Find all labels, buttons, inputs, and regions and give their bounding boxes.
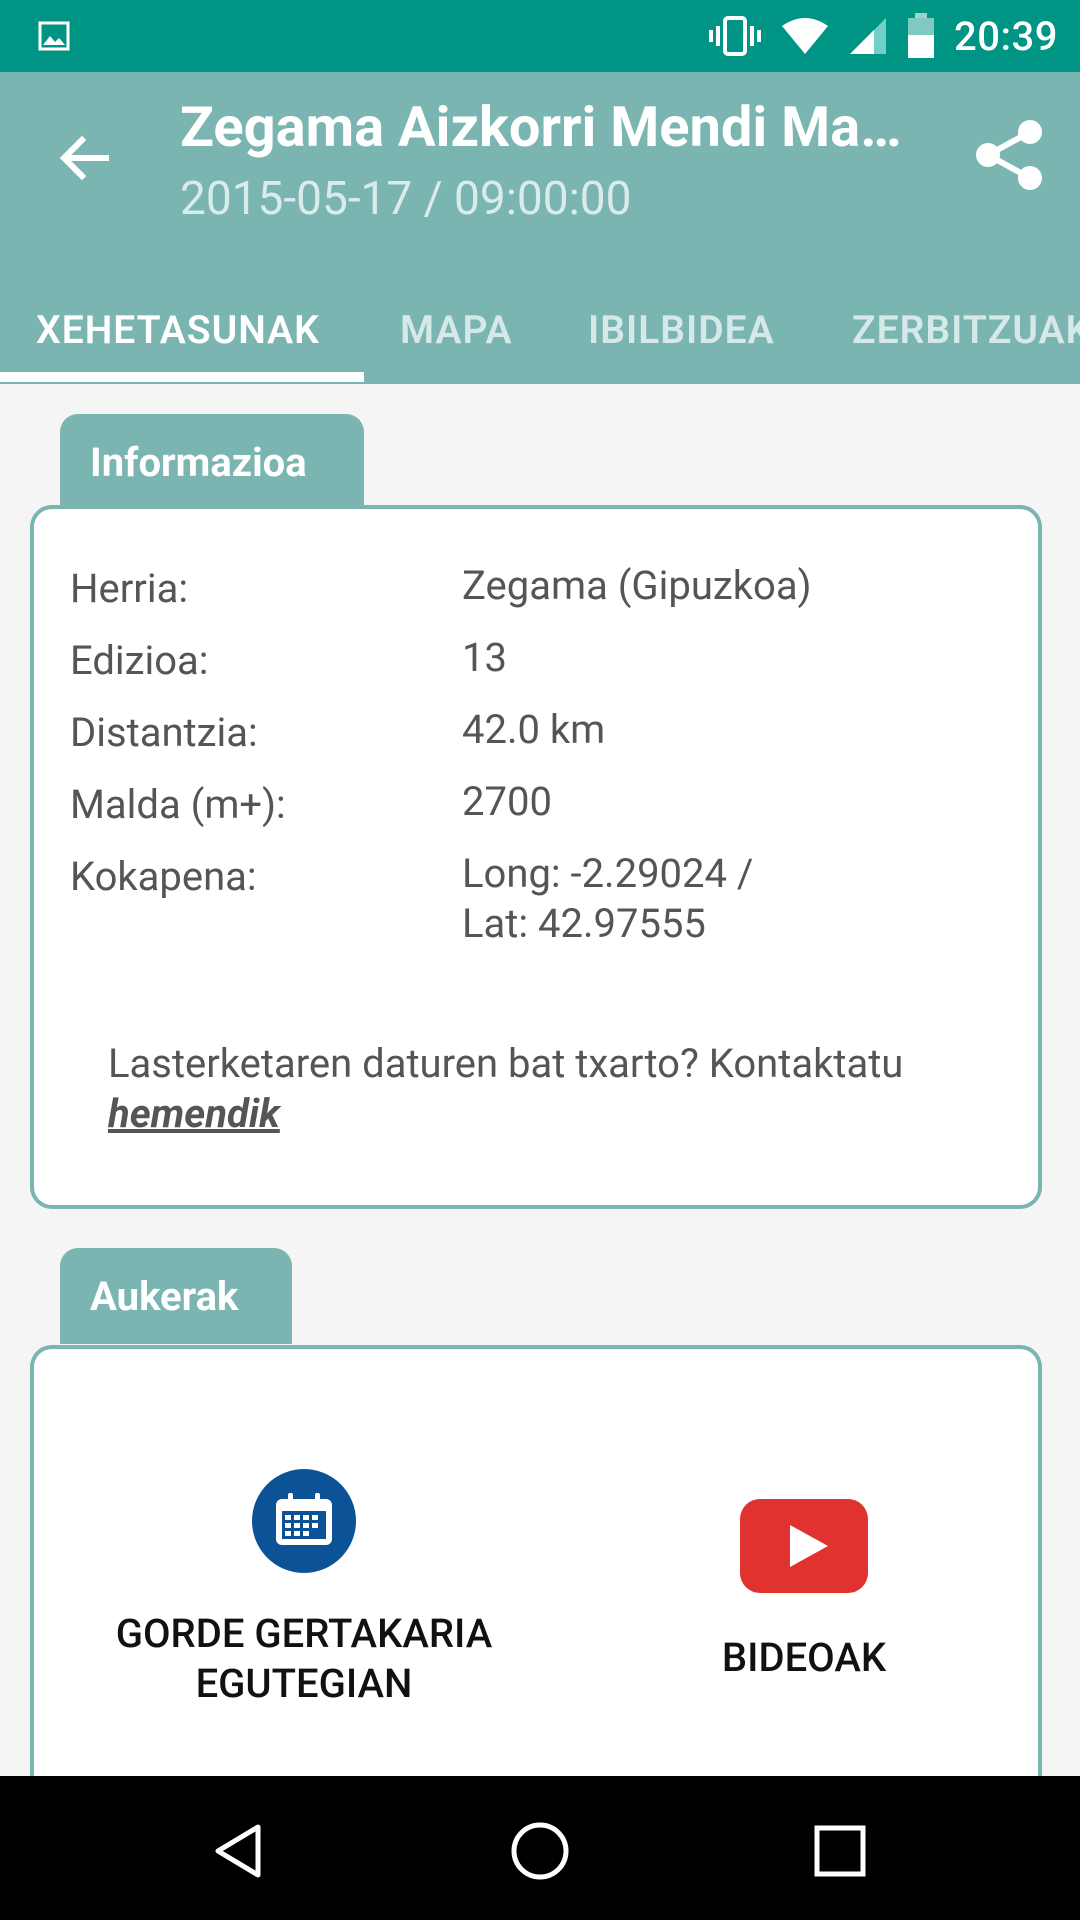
nav-home-button[interactable] [495,1806,585,1896]
videos-label: BIDEOAK [721,1634,887,1681]
nav-back-button[interactable] [195,1806,285,1896]
tab-mapa[interactable]: MAPA [400,282,513,378]
nav-back-icon [215,1824,261,1878]
nav-recents-icon [814,1825,866,1877]
youtube-icon [740,1499,868,1593]
save-to-calendar-line1: GORDE GERTAKARIA [115,1610,493,1657]
info-value-latitude: Lat: 42.97555 [462,900,706,947]
system-navigation-bar [0,1776,1080,1920]
app-bar: Zegama Aizkorri Mendi Maratoia 2015-05-1… [0,72,1080,384]
save-to-calendar-option[interactable]: GORDE GERTAKARIA EGUTEGIAN [74,1469,534,1749]
videos-option[interactable]: BIDEOAK [594,1499,1014,1749]
info-section-heading: Informazioa [60,414,364,510]
image-notification-icon [38,21,70,51]
tab-bar: XEHETASUNAK MAPA IBILBIDEA ZERBITZUAK [0,282,1080,384]
info-value-kokapena: Long: -2.29024 / Lat: 42.97555 [462,849,753,949]
wifi-icon [782,18,829,54]
page-subtitle: 2015-05-17 / 09:00:00 [180,172,632,226]
tab-xehetasunak[interactable]: XEHETASUNAK [36,282,320,378]
nav-home-icon [511,1822,569,1880]
info-value-longitude: Long: -2.29024 / [462,850,754,897]
battery-icon [908,13,935,58]
page-title: Zegama Aizkorri Mendi Maratoia [180,94,920,160]
cell-signal-icon [850,18,887,54]
save-to-calendar-line2: EGUTEGIAN [195,1660,413,1707]
info-value-herria: Zegama (Gipuzkoa) [462,562,812,609]
nav-recents-button[interactable] [795,1806,885,1896]
status-time: 20:39 [954,12,1058,60]
info-value-malda: 2700 [462,778,552,825]
back-button[interactable] [48,122,120,194]
info-label-edizioa: Edizioa: [70,637,209,684]
tab-indicator [0,372,364,382]
options-section-heading: Aukerak [60,1248,292,1344]
report-error-text: Lasterketaren daturen bat txarto? Kontak… [108,1039,1008,1139]
report-error-link[interactable]: hemendik [108,1090,280,1137]
info-label-herria: Herria: [70,565,189,612]
share-icon [976,120,1042,190]
info-label-malda: Malda (m+): [70,781,286,828]
save-to-calendar-label: GORDE GERTAKARIA EGUTEGIAN [74,1609,534,1709]
status-bar: 20:39 [0,0,1080,72]
info-label-distantzia: Distantzia: [70,709,258,756]
tab-zerbitzuak[interactable]: ZERBITZUAK [852,282,1080,378]
info-value-distantzia: 42.0 km [462,706,606,753]
info-label-kokapena: Kokapena: [70,853,257,900]
report-error-message: Lasterketaren daturen bat txarto? Kontak… [108,1040,904,1087]
arrow-back-icon [59,135,109,181]
share-button[interactable] [966,112,1052,198]
tab-ibilbidea[interactable]: IBILBIDEA [588,282,775,378]
vibrate-icon [709,16,762,56]
info-value-edizioa: 13 [462,634,507,681]
options-card: GORDE GERTAKARIA EGUTEGIAN BIDEOAK [30,1345,1042,1805]
info-card: Herria: Zegama (Gipuzkoa) Edizioa: 13 Di… [30,505,1042,1209]
calendar-icon [252,1469,356,1573]
